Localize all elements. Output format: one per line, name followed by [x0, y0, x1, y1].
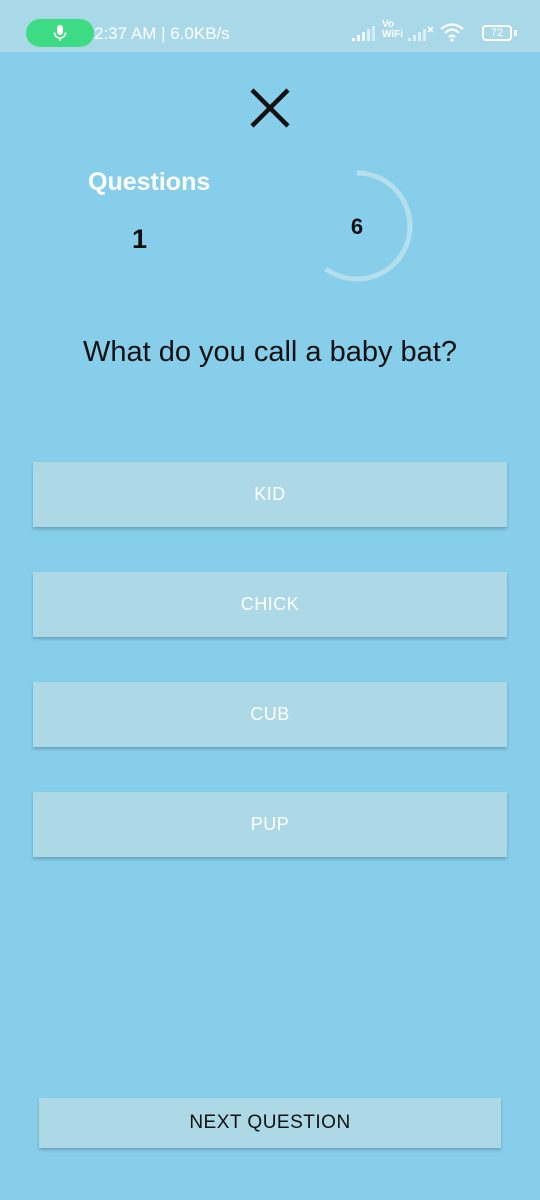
- answer-button-1[interactable]: KID: [33, 462, 507, 527]
- mic-indicator[interactable]: [26, 19, 94, 47]
- questions-label: Questions: [88, 168, 211, 196]
- answer-label: CHICK: [240, 594, 300, 614]
- answer-label: KID: [254, 484, 286, 504]
- wifi-icon: [440, 23, 464, 42]
- answer-label: PUP: [250, 814, 290, 834]
- answer-button-2[interactable]: CHICK: [33, 572, 507, 637]
- answer-button-3[interactable]: CUB: [33, 682, 507, 747]
- question-text: What do you call a baby bat?: [82, 336, 457, 368]
- timer-value: 6: [350, 214, 364, 239]
- answer-button-4[interactable]: PUP: [33, 792, 507, 857]
- next-question-button[interactable]: NEXT QUESTION: [39, 1098, 501, 1148]
- countdown-timer: 6: [298, 164, 420, 286]
- cellular-signal-icon: [352, 26, 375, 41]
- quiz-screen: 2:37 AM | 6.0KB/s Vo WiFi 72 Questions 1…: [0, 0, 540, 1200]
- question-number: 1: [132, 224, 148, 254]
- close-icon: [250, 88, 290, 128]
- answer-label: CUB: [250, 704, 290, 724]
- next-question-label: NEXT QUESTION: [189, 1112, 351, 1133]
- status-bar: 2:37 AM | 6.0KB/s Vo WiFi 72: [0, 0, 540, 52]
- status-icons: Vo WiFi 72: [352, 18, 517, 48]
- cellular-signal-2-icon: [408, 26, 434, 41]
- battery-tip: [514, 30, 517, 36]
- microphone-icon: [53, 25, 67, 41]
- close-button[interactable]: [246, 84, 294, 132]
- battery-icon: 72: [482, 25, 512, 41]
- status-time-speed: 2:37 AM | 6.0KB/s: [94, 24, 230, 43]
